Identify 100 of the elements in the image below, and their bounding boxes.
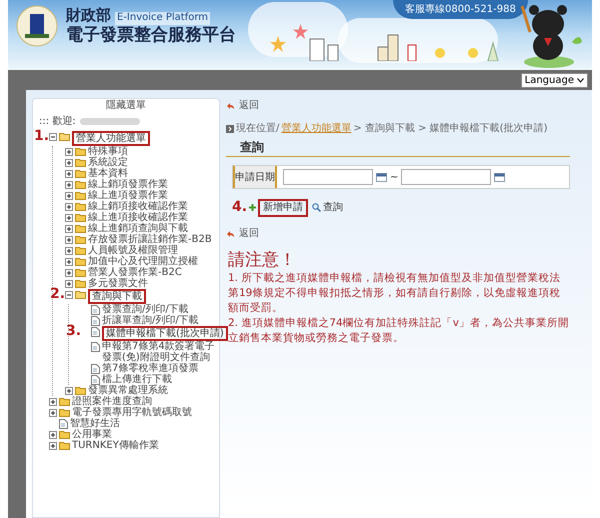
back-arrow-icon [226,230,235,238]
menu-item[interactable]: 公用事業 [72,429,112,440]
menu-item[interactable]: 營業人功能選單 [72,131,150,146]
expand-icon[interactable] [65,280,73,288]
expand-icon[interactable] [65,268,73,276]
step-number: 1. [34,129,50,143]
expand-icon[interactable] [65,158,73,166]
hotline-badge: 客服專線0800-521-988 [393,0,528,19]
arrow-box-icon [226,124,234,132]
notice-title: 請注意！ [228,249,297,271]
calendar-icon[interactable] [376,172,387,182]
expand-icon[interactable] [49,398,57,406]
expand-icon[interactable] [49,430,57,438]
folder-icon [59,397,70,406]
expand-icon[interactable] [65,170,73,178]
expand-icon[interactable] [65,148,73,156]
expand-icon[interactable] [65,192,73,200]
collapse-icon[interactable] [49,132,57,140]
expand-icon[interactable] [65,258,73,266]
menu-item[interactable]: 線上進項發票作業 [88,190,168,201]
breadcrumb-label: 現在位置/ [236,122,280,136]
document-icon [91,375,100,385]
menu-item[interactable]: 基本資料 [88,168,128,179]
back-link[interactable]: 返回 [239,226,259,241]
collapse-icon[interactable] [65,290,73,298]
document-icon [91,364,100,374]
breadcrumb-path: > 查詢與下載 > 媒體申報檔下載(批次申請) [353,122,548,136]
blurred-username [80,118,140,125]
menu-item[interactable]: 申報第7條第4款簽署電子發票(免)附證明文件查詢 [102,341,217,363]
menu-item[interactable]: 智慧好生活 [70,418,120,429]
expand-icon[interactable] [49,408,57,416]
menu-item[interactable]: 線上銷項發票作業 [88,179,168,190]
document-icon [91,327,100,337]
expand-icon[interactable] [49,442,57,450]
menu-item[interactable]: 檔上傳進行下載 [102,374,172,385]
calendar-icon[interactable] [494,172,506,182]
menu-item[interactable]: 線上銷項接收確認作業 [88,201,188,212]
end-date-field[interactable] [401,169,492,185]
menu-item[interactable]: 媒體申報檔下載(批次申請) [102,326,228,341]
menu-item[interactable]: 折讓單查詢/列印/下載 [102,315,199,326]
folder-icon [75,246,86,255]
folder-icon [75,180,86,189]
menu-item[interactable]: 存放發票折讓註銷作業-B2B [88,234,212,245]
expand-icon[interactable] [65,386,73,394]
folder-icon [75,290,86,299]
menu-item[interactable]: 證照案件進度查詢 [72,396,152,407]
folder-icon [75,213,86,222]
welcome-text: ::: 歡迎: [39,114,76,129]
chevron-down-icon [577,78,584,82]
expand-icon[interactable] [65,214,73,222]
plus-icon [249,204,256,211]
field-label: 申請日期 [233,166,277,188]
platform-english-name: E-Invoice Platform [115,12,210,25]
back-link[interactable]: 返回 [239,98,259,113]
folder-icon [75,147,86,156]
expand-icon[interactable] [65,202,73,210]
menu-item[interactable]: TURNKEY傳輸作業 [72,440,159,451]
folder-icon [75,158,86,167]
add-request-button[interactable]: 新增申請 [258,198,308,216]
sidebar-title[interactable]: 隱藏選單 [33,99,219,113]
folder-icon [75,169,86,178]
menu-item[interactable]: 發票查詢/列印/下載 [102,304,189,315]
menu-item[interactable]: 線上進項接收確認作業 [88,212,188,223]
expand-icon[interactable] [65,224,73,232]
document-icon [91,342,100,352]
notice-text: 1. 所下載之進項媒體申報檔，請檢視有無加值型及非加值型營業稅法第19條規定不得申報扣抵之情形，如有請自行剔除，以免虛報進項稅額而受罰。 [228,271,562,316]
menu-item[interactable]: 營業人發票作業-B2C [88,267,182,278]
folder-icon [59,430,70,439]
menu-item[interactable]: 多元發票文件 [88,278,148,289]
language-select[interactable]: Language [520,72,588,88]
section-title: 查詢 [239,139,265,156]
range-separator: ~ [390,170,398,184]
menu-item[interactable]: 特殊事項 [88,146,128,157]
document-icon [91,316,100,326]
expand-icon[interactable] [65,246,73,254]
folder-icon [75,386,86,395]
document-icon [59,419,68,429]
menu-item[interactable]: 系統設定 [88,157,128,168]
folder-icon [75,191,86,200]
search-button[interactable]: 查詢 [323,200,344,214]
step-number: 3. [66,324,82,338]
folder-icon [59,132,70,141]
folder-icon [59,408,70,417]
menu-item[interactable]: 人員帳號及權限管理 [88,245,178,256]
star-drawing [293,24,308,39]
menu-item[interactable]: 電子發票專用字軌號碼取號 [72,407,192,418]
expand-icon[interactable] [65,236,73,244]
menu-item[interactable]: 線上進銷項查詢與下載 [88,223,188,234]
expand-icon[interactable] [65,180,73,188]
folder-icon [75,279,86,288]
start-date-field[interactable] [283,169,373,185]
notice-text: 2. 進項媒體申報檔之74欄位有加註特殊註記「v」者，為公共事業所開立銷售本業貨物或勞務之電子發票。 [228,316,570,346]
platform-title: 電子發票整合服務平台 [66,24,236,46]
menu-item[interactable]: 第7條零稅率進項發票 [102,363,198,374]
menu-item[interactable]: 加值中心及代理開立授權 [88,256,198,267]
folder-icon [59,441,70,450]
folder-icon [75,224,86,233]
menu-item[interactable]: 查詢與下載 [88,289,146,304]
government-building-logo [16,5,58,47]
menu-item[interactable]: 發票異常處理系統 [88,385,168,396]
